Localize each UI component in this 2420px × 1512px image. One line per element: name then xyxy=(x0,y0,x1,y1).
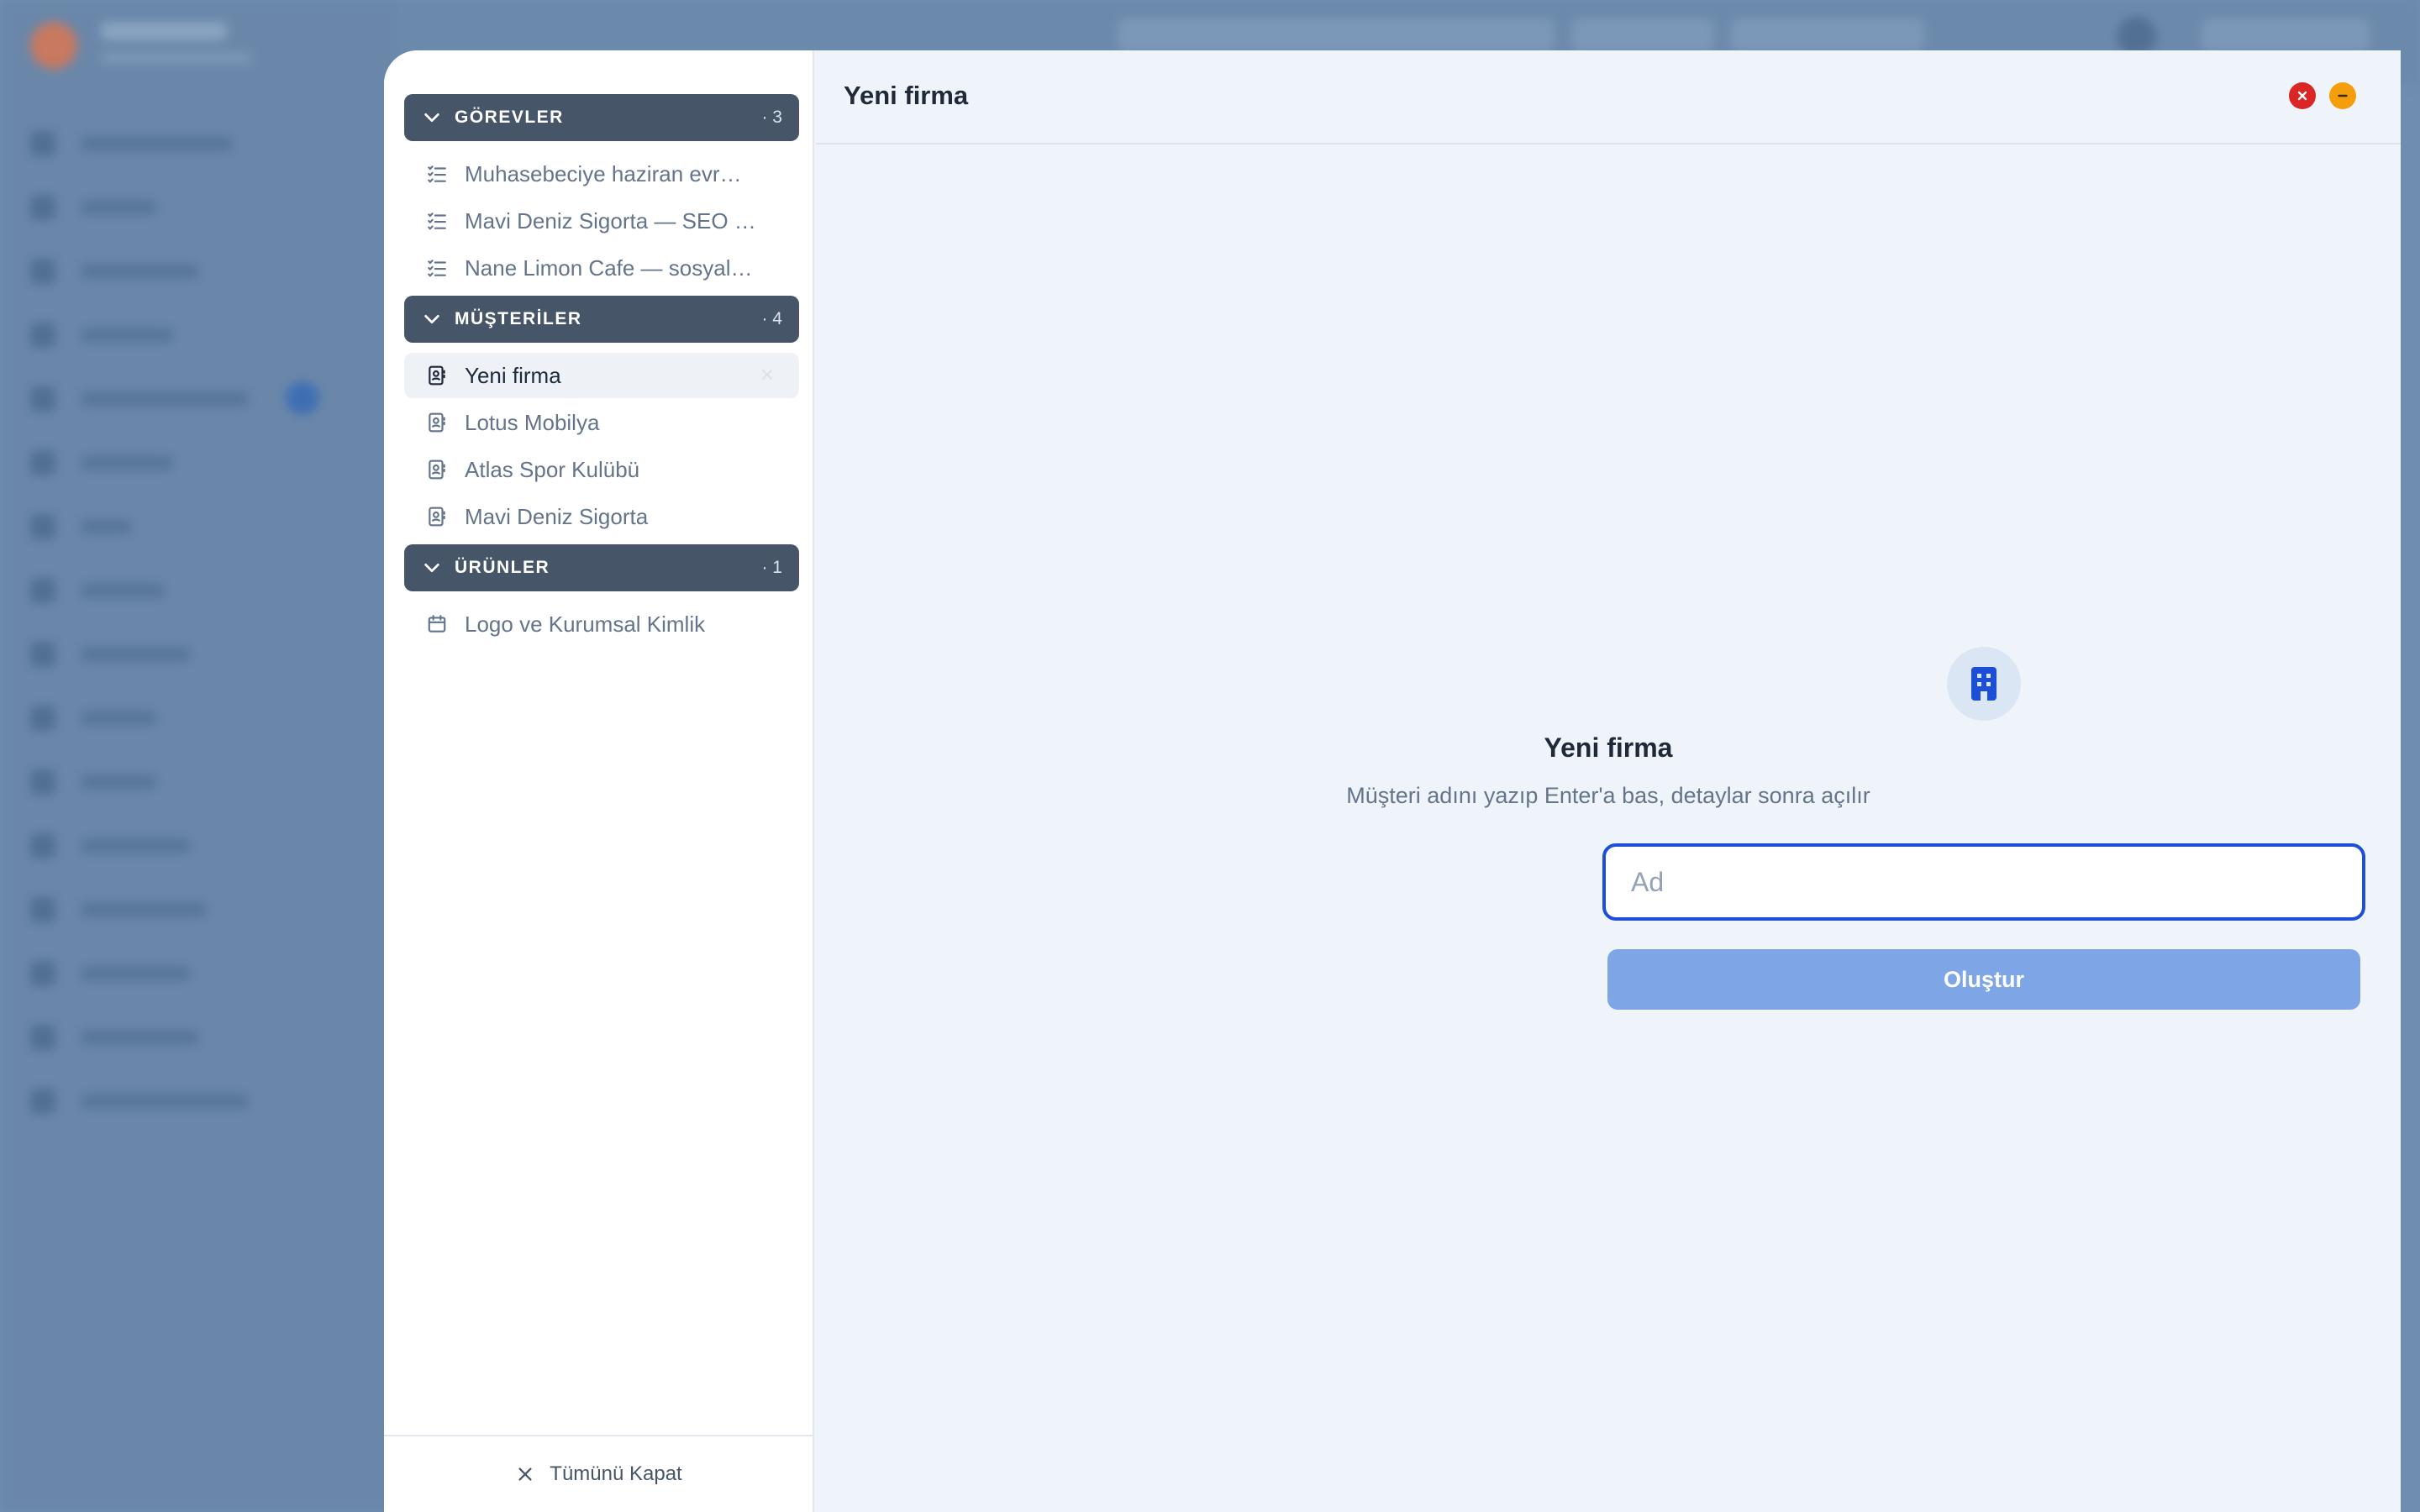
tab-item-task[interactable]: Muhasebeciye haziran evr… xyxy=(404,151,799,197)
tab-item-label: Mavi Deniz Sigorta xyxy=(465,503,649,529)
tab-item-customer[interactable]: Mavi Deniz Sigorta xyxy=(404,494,799,539)
chevron-down-icon xyxy=(424,113,439,123)
group-count: · 1 xyxy=(761,558,782,577)
tab-item-task[interactable]: Nane Limon Cafe — sosyal… xyxy=(404,245,799,291)
tab-item-customer[interactable]: Lotus Mobilya xyxy=(404,400,799,445)
group-title: GÖREVLER xyxy=(455,108,564,127)
group-count: · 3 xyxy=(761,108,782,127)
group-title: ÜRÜNLER xyxy=(455,558,550,577)
tab-item-label: Mavi Deniz Sigorta — SEO … xyxy=(465,207,756,234)
close-icon xyxy=(2297,91,2307,101)
group-title: MÜŞTERİLER xyxy=(455,309,582,328)
background-sidebar xyxy=(0,0,395,1512)
tab-item-label: Atlas Spor Kulübü xyxy=(465,456,640,482)
tab-item-label: Nane Limon Cafe — sosyal… xyxy=(465,255,753,281)
task-list-icon xyxy=(428,165,446,183)
close-all-label: Tümünü Kapat xyxy=(550,1462,682,1485)
contact-card-icon xyxy=(429,459,445,480)
background-logo xyxy=(30,22,77,69)
tab-item-label: Logo ve Kurumsal Kimlik xyxy=(465,611,706,637)
window-title: Yeni firma xyxy=(844,81,969,110)
tab-item-label: Lotus Mobilya xyxy=(465,409,600,435)
calendar-icon xyxy=(428,615,446,633)
record-window: GÖREVLER · 3 Muhasebeciye haziran evr… M… xyxy=(384,50,2401,1512)
tab-item-task[interactable]: Mavi Deniz Sigorta — SEO … xyxy=(404,198,799,244)
task-list-icon xyxy=(428,213,446,230)
form-subtitle: Müşteri adını yazıp Enter'a bas, detayla… xyxy=(1346,783,1870,808)
task-list-icon xyxy=(428,260,446,277)
contact-card-icon xyxy=(429,412,445,433)
group-count: · 4 xyxy=(761,309,782,328)
group-header-tasks[interactable]: GÖREVLER · 3 xyxy=(404,94,799,141)
contact-card-icon xyxy=(429,507,445,527)
tab-item-customer[interactable]: Atlas Spor Kulübü xyxy=(404,447,799,492)
tab-item-label: Yeni firma xyxy=(465,362,561,388)
form-heading: Yeni firma xyxy=(1544,732,1673,763)
customer-name-input[interactable] xyxy=(1602,843,2365,921)
group-header-products[interactable]: ÜRÜNLER · 1 xyxy=(404,544,799,591)
close-tab-icon[interactable] xyxy=(759,366,776,383)
open-records-panel: GÖREVLER · 3 Muhasebeciye haziran evr… M… xyxy=(384,50,814,1512)
tab-item-product[interactable]: Logo ve Kurumsal Kimlik xyxy=(404,601,799,647)
building-icon xyxy=(1947,647,2021,721)
contact-card-icon xyxy=(429,365,445,386)
create-button[interactable]: Oluştur xyxy=(1607,949,2360,1010)
chevron-down-icon xyxy=(424,314,439,324)
tab-item-label: Muhasebeciye haziran evr… xyxy=(465,160,742,186)
group-header-customers[interactable]: MÜŞTERİLER · 4 xyxy=(404,296,799,343)
minimize-window-button[interactable] xyxy=(2329,82,2356,109)
close-window-button[interactable] xyxy=(2289,82,2316,109)
minimize-icon xyxy=(2338,94,2348,97)
record-content: Yeni firma Yeni firma Müşteri adını yazı… xyxy=(816,50,2401,1512)
close-icon xyxy=(518,1467,532,1481)
window-header: Yeni firma xyxy=(816,50,2401,144)
tab-item-customer-active[interactable]: Yeni firma xyxy=(404,353,799,398)
close-all-button[interactable]: Tümünü Kapat xyxy=(384,1435,814,1512)
chevron-down-icon xyxy=(424,563,439,573)
